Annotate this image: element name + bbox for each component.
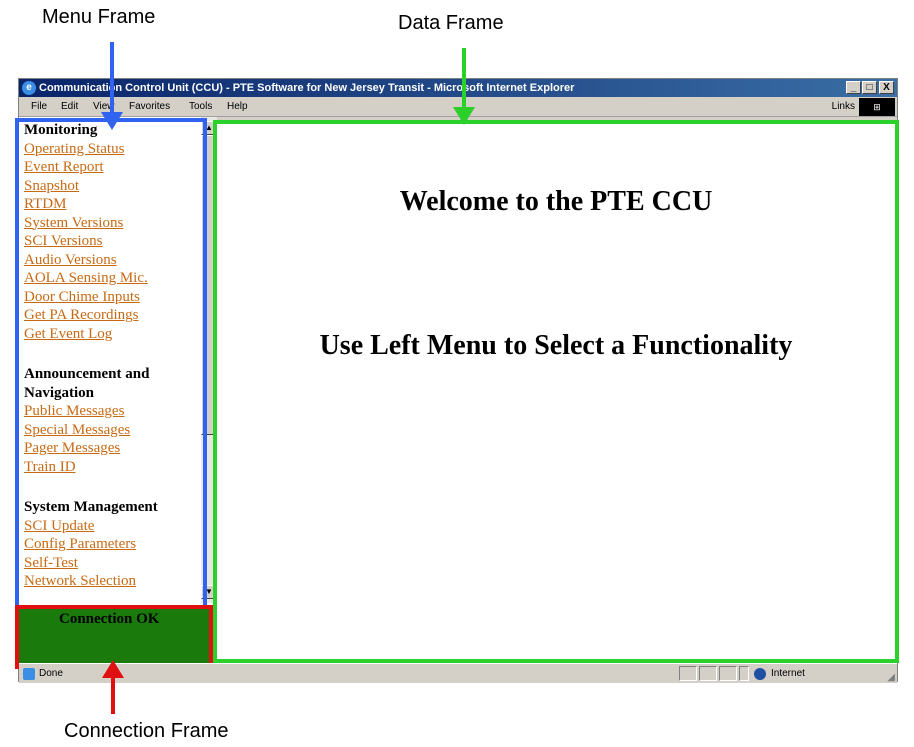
resize-grip-icon[interactable]: ◢	[887, 668, 895, 688]
windows-logo-icon: ⊞	[859, 98, 895, 116]
window-title: Communication Control Unit (CCU) - PTE S…	[39, 82, 575, 94]
links-toolbar[interactable]: Links	[832, 97, 855, 117]
data-arrow	[462, 48, 466, 116]
maximize-button[interactable]: □	[862, 81, 877, 94]
data-frame-label: Data Frame	[398, 12, 504, 34]
status-cell	[739, 666, 749, 681]
connection-frame-label: Connection Frame	[64, 720, 229, 742]
status-cell	[699, 666, 717, 681]
menu-file[interactable]: File	[31, 97, 47, 117]
menu-frame-highlight	[15, 118, 207, 610]
data-frame: Welcome to the PTE CCU Use Left Menu to …	[213, 120, 899, 663]
connection-arrow-head-icon	[102, 660, 124, 678]
status-text: Done	[39, 668, 63, 679]
menu-edit[interactable]: Edit	[61, 97, 78, 117]
title-bar: e Communication Control Unit (CCU) - PTE…	[19, 79, 897, 97]
menu-frame-label: Menu Frame	[42, 6, 156, 28]
status-cell	[679, 666, 697, 681]
welcome-heading: Welcome to the PTE CCU	[399, 186, 713, 217]
close-button[interactable]: X	[879, 81, 894, 94]
menu-favorites[interactable]: Favorites	[129, 97, 170, 117]
menu-tools[interactable]: Tools	[189, 97, 212, 117]
ie-logo-icon: e	[22, 81, 36, 95]
instruction-heading: Use Left Menu to Select a Functionality	[319, 330, 793, 361]
status-bar: Done Internet ◢	[19, 663, 897, 683]
menu-arrow-head-icon	[101, 112, 123, 130]
page-icon	[23, 668, 35, 680]
browser-window: e Communication Control Unit (CCU) - PTE…	[15, 78, 899, 683]
minimize-button[interactable]: _	[846, 81, 861, 94]
zone-text: Internet	[771, 668, 805, 679]
internet-zone-icon	[754, 668, 766, 680]
status-cell	[719, 666, 737, 681]
data-arrow-head-icon	[453, 107, 475, 125]
connection-status: Connection OK	[59, 611, 160, 627]
connection-arrow	[111, 672, 115, 714]
menu-help[interactable]: Help	[227, 97, 248, 117]
